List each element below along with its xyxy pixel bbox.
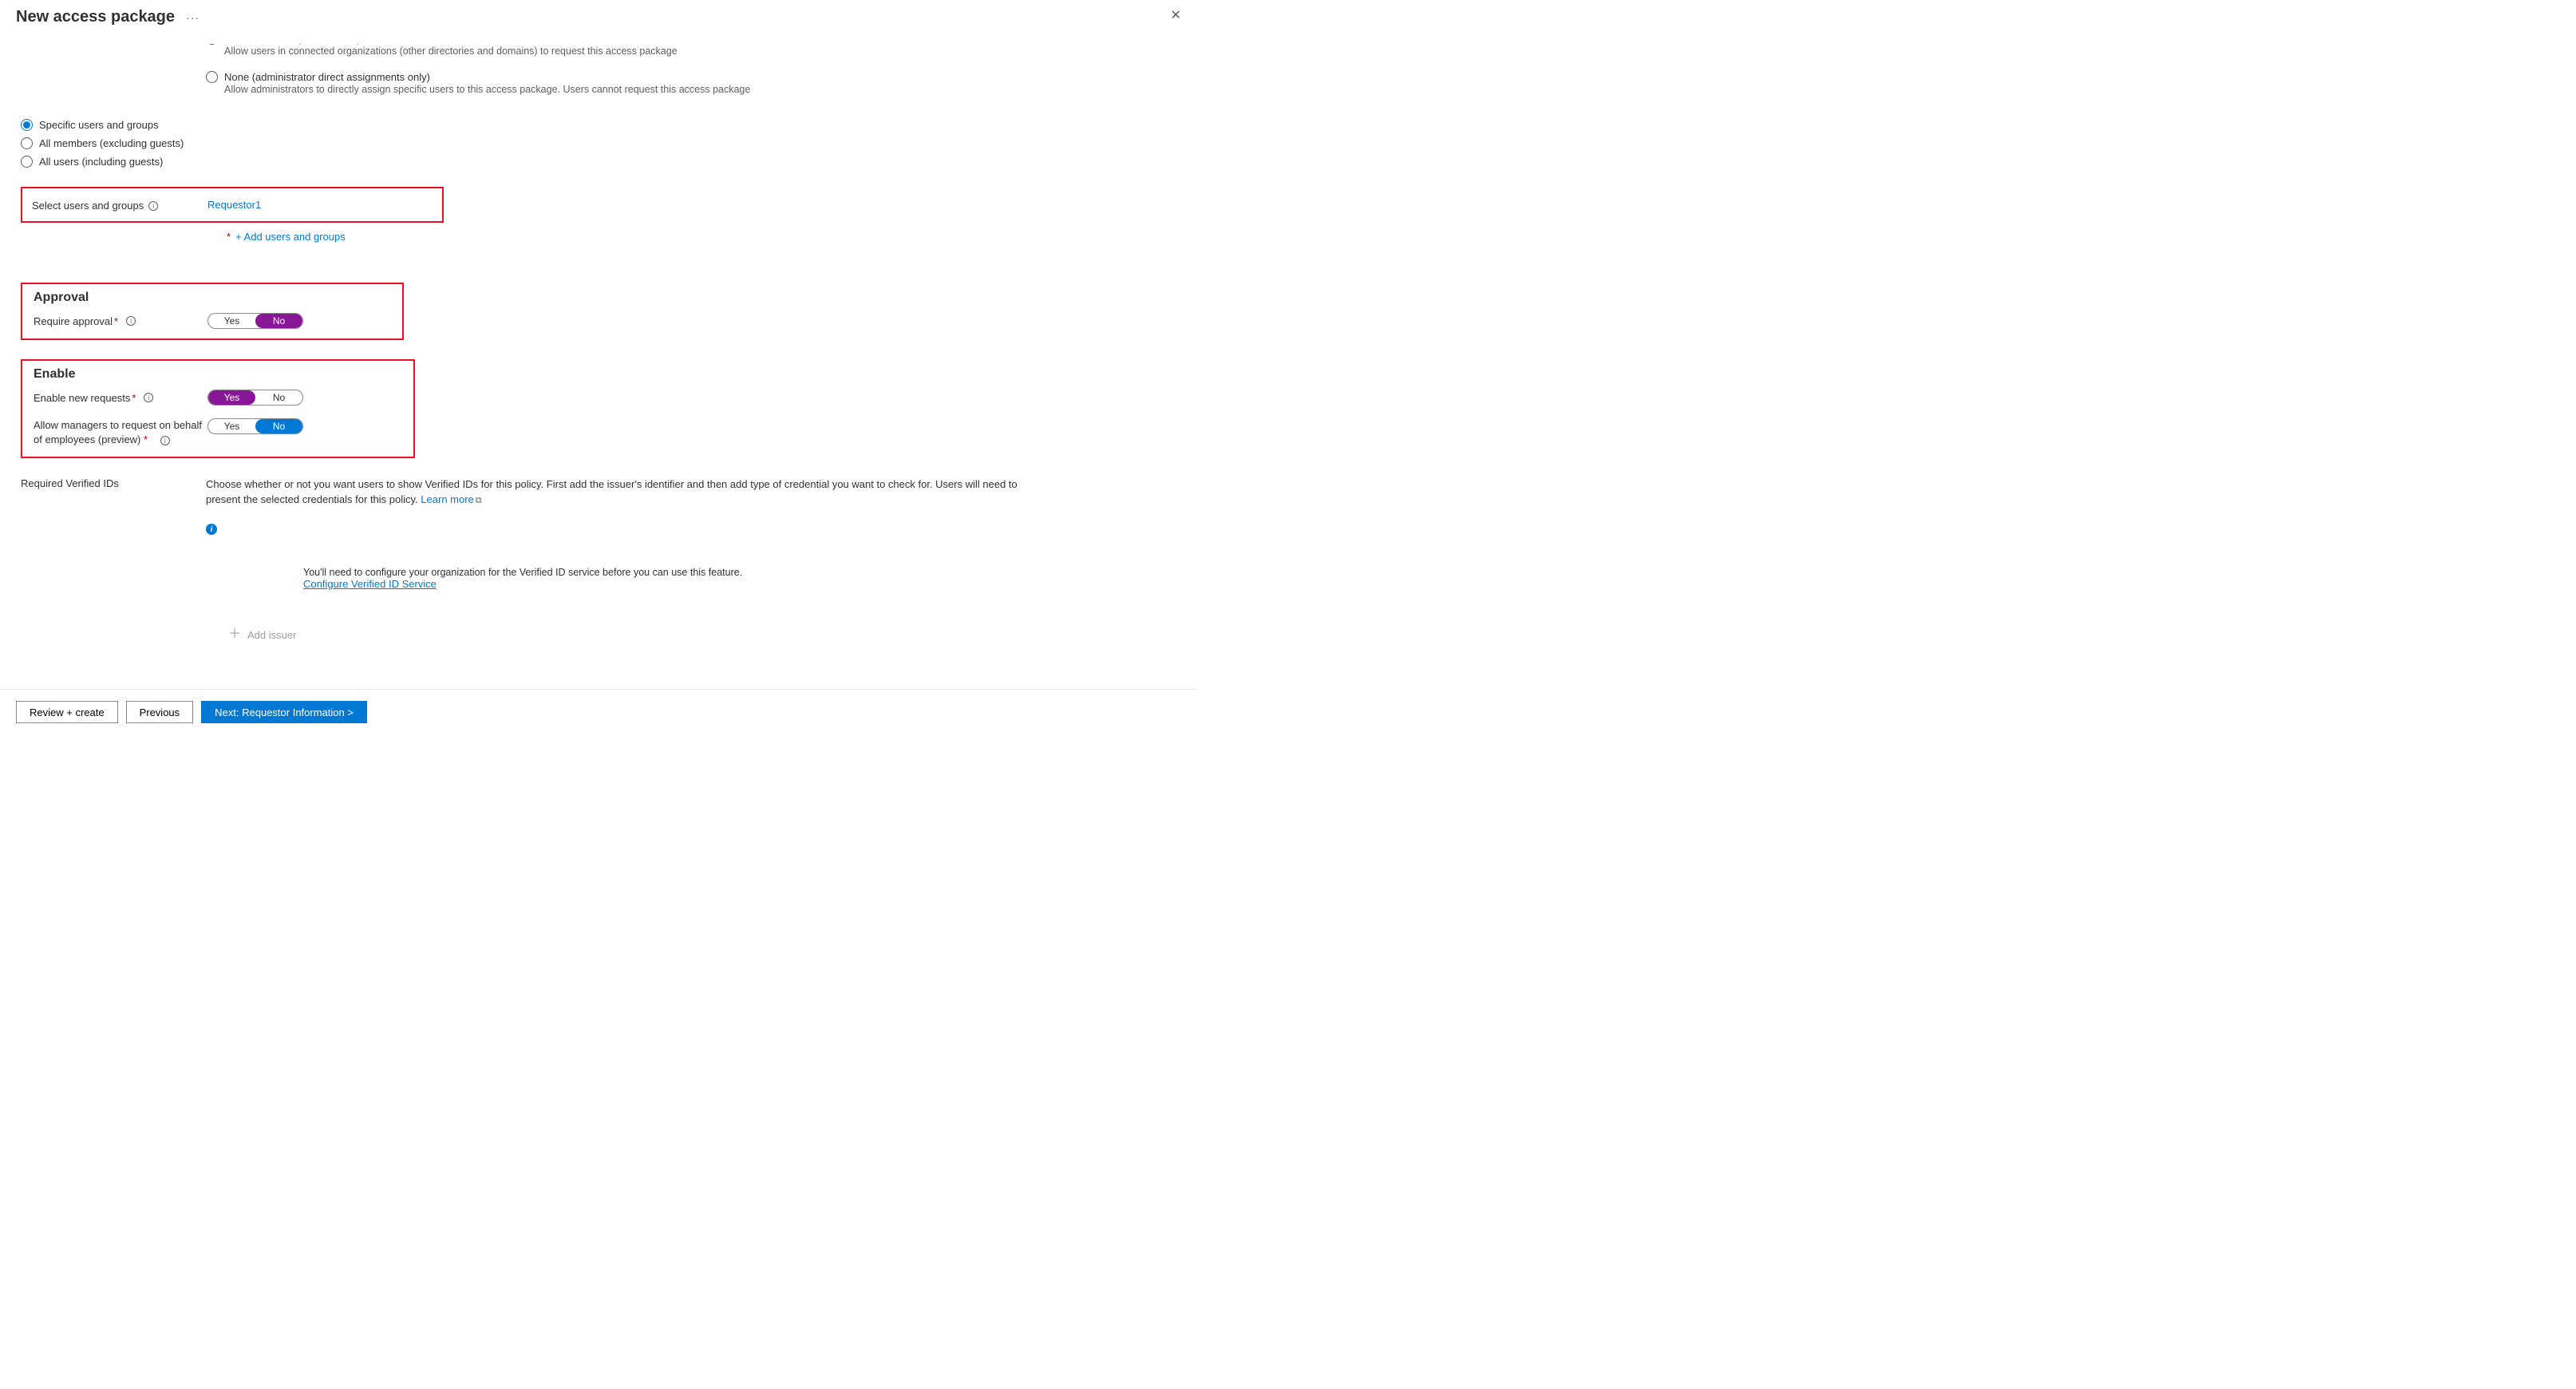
option-label: For users not in your directory xyxy=(224,44,362,45)
allow-managers-label: Allow managers to request on behalf of e… xyxy=(34,418,207,447)
radio-label: All users (including guests) xyxy=(39,156,163,168)
approval-heading: Approval xyxy=(34,291,393,305)
add-users-link[interactable]: + Add users and groups xyxy=(235,231,346,243)
select-users-section: Select users and groups i Requestor1 xyxy=(21,187,444,223)
page-header: New access package ··· ✕ xyxy=(0,0,1197,31)
review-create-button[interactable]: Review + create xyxy=(16,701,118,723)
verified-desc-text: Choose whether or not you want users to … xyxy=(206,478,1017,505)
toggle-no[interactable]: No xyxy=(255,314,302,328)
scope-all-members[interactable]: All members (excluding guests) xyxy=(21,137,1181,149)
learn-more-text: Learn more xyxy=(421,493,473,505)
close-icon[interactable]: ✕ xyxy=(1171,10,1181,22)
option-label: None (administrator direct assignments o… xyxy=(224,71,430,83)
verified-ids-description: Choose whether or not you want users to … xyxy=(206,477,1044,508)
next-button[interactable]: Next: Requestor Information > xyxy=(201,701,367,723)
add-issuer-label: Add issuer xyxy=(247,629,296,641)
info-icon[interactable]: i xyxy=(126,316,136,326)
configure-verified-id-link[interactable]: Configure Verified ID Service xyxy=(303,578,437,590)
require-approval-label: Require approval xyxy=(34,315,113,327)
radio-icon xyxy=(21,119,33,131)
required-star-icon: * xyxy=(114,315,118,327)
scope-all-users[interactable]: All users (including guests) xyxy=(21,156,1181,168)
verified-id-config-message: You'll need to configure your organizati… xyxy=(303,567,862,590)
allow-managers-toggle[interactable]: Yes No xyxy=(207,418,303,434)
add-issuer-button: ＋ Add issuer xyxy=(228,628,1181,641)
required-star-icon: * xyxy=(132,392,136,404)
toggle-yes[interactable]: Yes xyxy=(208,390,255,405)
learn-more-link[interactable]: Learn more⧉ xyxy=(421,493,481,505)
radio-icon xyxy=(206,71,218,83)
enable-heading: Enable xyxy=(34,367,404,382)
toggle-no[interactable]: No xyxy=(255,419,302,433)
page-title: New access package xyxy=(16,8,175,26)
info-badge-icon[interactable]: i xyxy=(206,524,217,535)
enable-new-requests-toggle[interactable]: Yes No xyxy=(207,390,303,406)
required-star-icon: * xyxy=(227,231,231,243)
request-scope-option-none[interactable]: None (administrator direct assignments o… xyxy=(206,71,1181,95)
verified-ids-label: Required Verified IDs xyxy=(21,477,119,489)
info-icon[interactable]: i xyxy=(160,436,170,445)
allow-managers-text: Allow managers to request on behalf of e… xyxy=(34,419,202,445)
radio-icon xyxy=(21,137,33,149)
config-msg-text: You'll need to configure your organizati… xyxy=(303,567,862,578)
radio-icon xyxy=(21,156,33,168)
scope-specific-users[interactable]: Specific users and groups xyxy=(21,119,1181,131)
approval-section: Approval Require approval * i Yes No xyxy=(21,283,404,340)
request-scope-option-external[interactable]: For users not in your directory Allow us… xyxy=(206,44,1181,68)
previous-button[interactable]: Previous xyxy=(126,701,194,723)
radio-icon xyxy=(206,44,218,45)
toggle-yes[interactable]: Yes xyxy=(208,314,255,328)
add-users-row: * + Add users and groups xyxy=(227,231,1181,243)
select-users-label: Select users and groups xyxy=(32,200,144,212)
more-icon[interactable]: ··· xyxy=(186,11,200,24)
verified-ids-section: Required Verified IDs Choose whether or … xyxy=(21,477,1181,535)
require-approval-toggle[interactable]: Yes No xyxy=(207,313,303,329)
radio-label: Specific users and groups xyxy=(39,119,159,131)
info-icon[interactable]: i xyxy=(148,201,158,211)
external-link-icon: ⧉ xyxy=(476,495,482,508)
plus-icon: ＋ xyxy=(228,628,241,641)
option-description: Allow administrators to directly assign … xyxy=(224,84,1181,95)
user-scope-radio-group: Specific users and groups All members (e… xyxy=(21,119,1181,168)
toggle-no[interactable]: No xyxy=(255,390,302,405)
selected-requestor-link[interactable]: Requestor1 xyxy=(207,199,261,211)
required-star-icon: * xyxy=(144,433,148,445)
option-description: Allow users in connected organizations (… xyxy=(224,46,678,57)
enable-new-requests-label: Enable new requests xyxy=(34,392,130,404)
toggle-yes[interactable]: Yes xyxy=(208,419,255,433)
radio-label: All members (excluding guests) xyxy=(39,137,184,149)
wizard-footer: Review + create Previous Next: Requestor… xyxy=(0,689,1197,734)
enable-section: Enable Enable new requests * i Yes No Al… xyxy=(21,359,415,458)
info-icon[interactable]: i xyxy=(144,393,153,402)
